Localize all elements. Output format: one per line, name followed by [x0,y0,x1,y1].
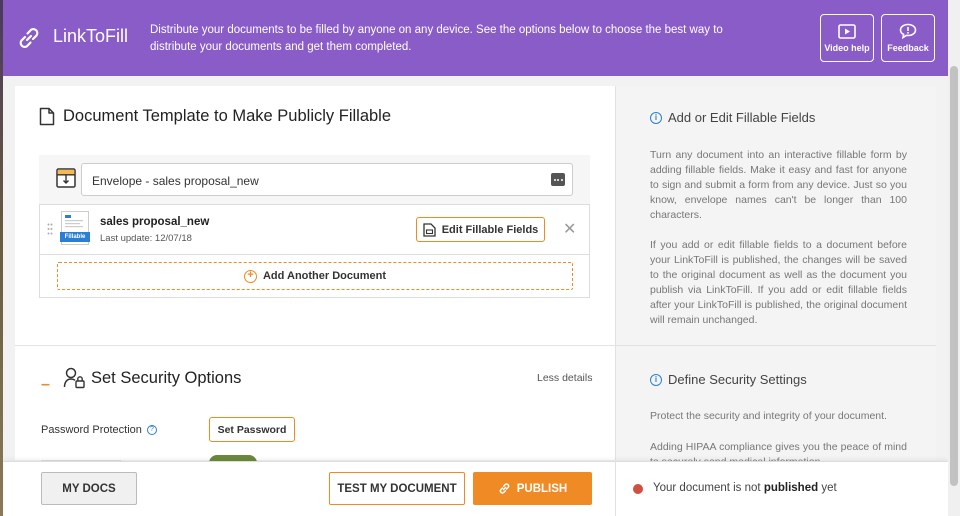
edit-fillable-fields-label: Edit Fillable Fields [441,223,539,236]
add-another-document-label: Add Another Document [262,270,387,282]
fillable-info-paragraph-2: If you add or edit fillable fields to a … [650,239,907,326]
document-name: sales proposal_new [100,216,210,228]
video-icon [838,23,856,39]
section-divider [15,345,936,346]
video-help-label: Video help [824,42,870,53]
remove-document-icon[interactable]: ✕ [563,222,576,238]
status-dot-icon [633,484,643,494]
add-circle-icon: + [243,269,257,283]
footer-divider [615,461,616,516]
envelope-name-input[interactable]: Envelope - sales proposal_new [81,163,573,196]
test-my-document-button[interactable]: TEST MY DOCUMENT [329,472,465,505]
fillable-info-title-text: Add or Edit Fillable Fields [668,110,816,125]
app-title: LinkToFill [53,26,129,46]
publish-status: Your document is not published yet [653,482,837,494]
header-description: Distribute your documents to be filled b… [150,24,723,53]
edit-fillable-fields-button[interactable]: Edit Fillable Fields [416,217,545,242]
fillable-info-title: i Add or Edit Fillable Fields [650,110,815,125]
link-logo-icon [19,28,39,48]
user-lock-icon [63,367,85,389]
envelope-icon [56,168,76,188]
template-section-title: Document Template to Make Publicly Filla… [63,107,392,125]
info-icon: i [650,373,662,386]
set-password-button[interactable]: Set Password [209,417,295,442]
feedback-bubble-icon [899,23,917,39]
document-last-update: Last update: 12/07/18 [100,233,192,244]
scrollbar[interactable] [948,0,960,516]
add-another-document-button[interactable]: + Add Another Document [57,262,573,290]
my-docs-button[interactable]: MY DOCS [41,472,137,505]
link-icon [499,483,510,494]
security-info-title: i Define Security Settings [650,372,807,387]
security-section-title: Set Security Options [91,369,242,387]
fillable-badge: Fillable [60,232,90,242]
video-help-button[interactable]: Video help [820,14,874,62]
more-options-icon[interactable] [551,173,565,186]
app-window: LinkToFill Distribute your documents to … [3,0,948,516]
less-details-link[interactable]: Less details [537,372,592,384]
feedback-button[interactable]: Feedback [881,14,935,62]
password-protection-label: Password Protection ? [41,424,157,436]
scrollbar-thumb[interactable] [950,66,958,486]
edit-fields-icon [423,222,436,237]
fillable-info-paragraph-1: Turn any document into an interactive fi… [650,149,907,221]
security-info-paragraph-1: Protect the security and integrity of yo… [650,410,887,422]
feedback-label: Feedback [887,43,929,53]
publish-label: PUBLISH [516,482,568,495]
document-icon [39,107,55,126]
info-icon: i [650,111,662,124]
drag-handle-icon[interactable] [47,223,53,235]
password-protection-text: Password Protection [41,424,142,436]
help-icon[interactable]: ? [146,425,157,435]
thumbnail-lines-icon [65,215,83,228]
collapse-section-icon[interactable]: – [41,376,50,394]
security-info-title-text: Define Security Settings [668,372,807,387]
publish-button[interactable]: PUBLISH [473,472,592,505]
header-bar: LinkToFill Distribute your documents to … [3,0,948,76]
